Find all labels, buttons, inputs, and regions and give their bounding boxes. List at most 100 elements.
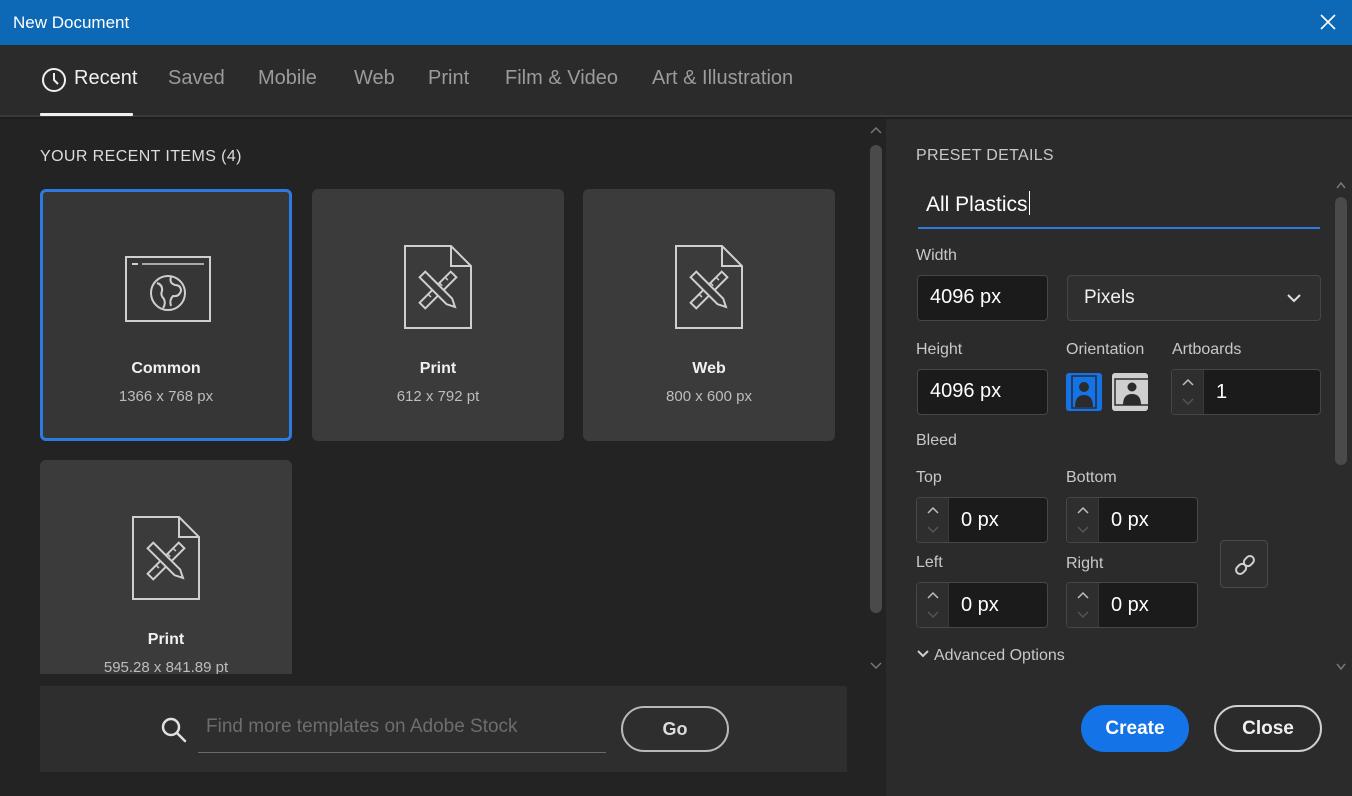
bleed-right-label: Right (1066, 555, 1104, 572)
tab-saved[interactable]: Saved (168, 67, 225, 90)
chevron-down-icon (1287, 294, 1301, 303)
scroll-up-icon[interactable] (870, 125, 882, 135)
title-bar: New Document (0, 0, 1352, 45)
scroll-up-icon[interactable] (1336, 181, 1346, 189)
increment-icon[interactable] (1076, 590, 1090, 600)
preset-details-heading: PRESET DETAILS (916, 147, 1054, 164)
details-scrollbar[interactable] (1332, 179, 1350, 674)
artboards-label: Artboards (1172, 341, 1242, 358)
preset-card-name: Print (419, 360, 457, 377)
bleed-top-label: Top (916, 469, 942, 486)
height-input[interactable]: 4096 px (917, 369, 1048, 415)
scroll-down-icon[interactable] (870, 661, 882, 671)
bleed-top-value: 0 px (961, 509, 999, 531)
search-underline (198, 752, 606, 753)
preset-card-size: 1366 x 768 px (118, 388, 214, 405)
bleed-bottom-input[interactable]: 0 px (1066, 497, 1198, 543)
recent-items-panel: YOUR RECENT ITEMS (4) Common 1366 x 768 … (0, 119, 886, 796)
preset-card-print[interactable]: Print 612 x 792 pt (312, 189, 564, 441)
document-ruler-pencil-icon (132, 516, 200, 600)
decrement-icon[interactable] (1181, 397, 1195, 407)
decrement-icon[interactable] (926, 610, 940, 620)
portrait-orientation-button[interactable] (1066, 373, 1102, 411)
tab-recent[interactable]: Recent (74, 67, 137, 90)
link-bleed-button[interactable] (1220, 540, 1268, 588)
increment-icon[interactable] (1076, 505, 1090, 515)
bleed-right-stepper[interactable] (1067, 583, 1099, 627)
orientation-label: Orientation (1066, 341, 1145, 358)
active-tab-indicator (40, 113, 133, 116)
units-select[interactable]: Pixels (1067, 275, 1321, 321)
increment-icon[interactable] (1181, 377, 1195, 387)
bleed-left-input[interactable]: 0 px (916, 582, 1048, 628)
category-tabs: Recent Saved Mobile Web Print Film & Vid… (0, 45, 1352, 117)
preset-card-common[interactable]: Common 1366 x 768 px (40, 189, 292, 441)
decrement-icon[interactable] (926, 525, 940, 535)
tab-mobile[interactable]: Mobile (258, 67, 317, 90)
scroll-down-icon[interactable] (1336, 663, 1346, 671)
preset-card-print-a4[interactable]: Print 595.28 x 841.89 pt (40, 460, 292, 674)
preset-name-value: All Plastics (926, 193, 1028, 216)
link-icon (1235, 555, 1255, 575)
go-button[interactable]: Go (621, 706, 729, 752)
preset-card-size: 612 x 792 pt (396, 388, 480, 405)
preset-card-name: Common (131, 360, 201, 377)
decrement-icon[interactable] (1076, 525, 1090, 535)
close-icon (1320, 14, 1336, 30)
create-button[interactable]: Create (1081, 705, 1189, 752)
stock-search-bar: Find more templates on Adobe Stock Go (40, 686, 847, 772)
preset-name-input[interactable]: All Plastics (918, 187, 1320, 229)
window-title: New Document (13, 13, 130, 32)
artboards-value: 1 (1216, 381, 1228, 403)
preset-card-name: Web (692, 360, 726, 377)
landscape-orientation-button[interactable] (1112, 373, 1150, 411)
preset-details-panel: PRESET DETAILS All Plastics Width 4096 p… (886, 119, 1352, 796)
preset-card-size: 800 x 600 px (666, 388, 752, 405)
chevron-down-icon (917, 650, 929, 658)
tab-print[interactable]: Print (428, 67, 469, 90)
bleed-label: Bleed (916, 432, 957, 449)
web-globe-icon (125, 256, 211, 322)
bleed-left-stepper[interactable] (917, 583, 949, 627)
bleed-top-input[interactable]: 0 px (916, 497, 1048, 543)
bleed-bottom-stepper[interactable] (1067, 498, 1099, 542)
height-label: Height (916, 341, 963, 358)
bleed-left-value: 0 px (961, 594, 999, 616)
scrollbar-thumb[interactable] (870, 145, 882, 613)
landscape-icon (1114, 378, 1150, 406)
tab-web[interactable]: Web (354, 67, 395, 90)
preset-card-web[interactable]: Web 800 x 600 px (583, 189, 835, 441)
clock-icon (42, 68, 66, 92)
bleed-left-label: Left (916, 554, 943, 571)
recent-section-title: YOUR RECENT ITEMS (4) (40, 148, 242, 165)
units-value: Pixels (1084, 287, 1135, 308)
text-caret (1028, 191, 1030, 215)
bleed-top-stepper[interactable] (917, 498, 949, 542)
preset-card-name: Print (147, 631, 185, 648)
document-ruler-pencil-icon (675, 245, 743, 329)
recent-scrollbar[interactable] (866, 123, 886, 675)
bleed-bottom-label: Bottom (1066, 469, 1117, 486)
artboards-stepper[interactable] (1172, 370, 1204, 414)
preset-card-size: 595.28 x 841.89 pt (103, 659, 229, 674)
decrement-icon[interactable] (1076, 610, 1090, 620)
increment-icon[interactable] (926, 590, 940, 600)
card-clip: Print 595.28 x 841.89 pt (40, 460, 292, 674)
width-label: Width (916, 247, 957, 264)
advanced-options-toggle[interactable]: Advanced Options (916, 647, 1065, 665)
increment-icon[interactable] (926, 505, 940, 515)
tab-art-illustration[interactable]: Art & Illustration (652, 67, 793, 90)
search-icon (161, 717, 187, 743)
window-close-button[interactable] (1302, 0, 1352, 45)
stock-search-input[interactable]: Find more templates on Adobe Stock (206, 716, 518, 738)
advanced-options-label: Advanced Options (934, 647, 1065, 664)
close-button[interactable]: Close (1214, 705, 1322, 752)
bleed-right-input[interactable]: 0 px (1066, 582, 1198, 628)
bleed-right-value: 0 px (1111, 594, 1149, 616)
tab-film-video[interactable]: Film & Video (505, 67, 618, 90)
document-ruler-pencil-icon (404, 245, 472, 329)
width-input[interactable]: 4096 px (917, 275, 1048, 321)
scrollbar-thumb[interactable] (1335, 197, 1347, 465)
bleed-bottom-value: 0 px (1111, 509, 1149, 531)
artboards-input[interactable]: 1 (1171, 369, 1321, 415)
